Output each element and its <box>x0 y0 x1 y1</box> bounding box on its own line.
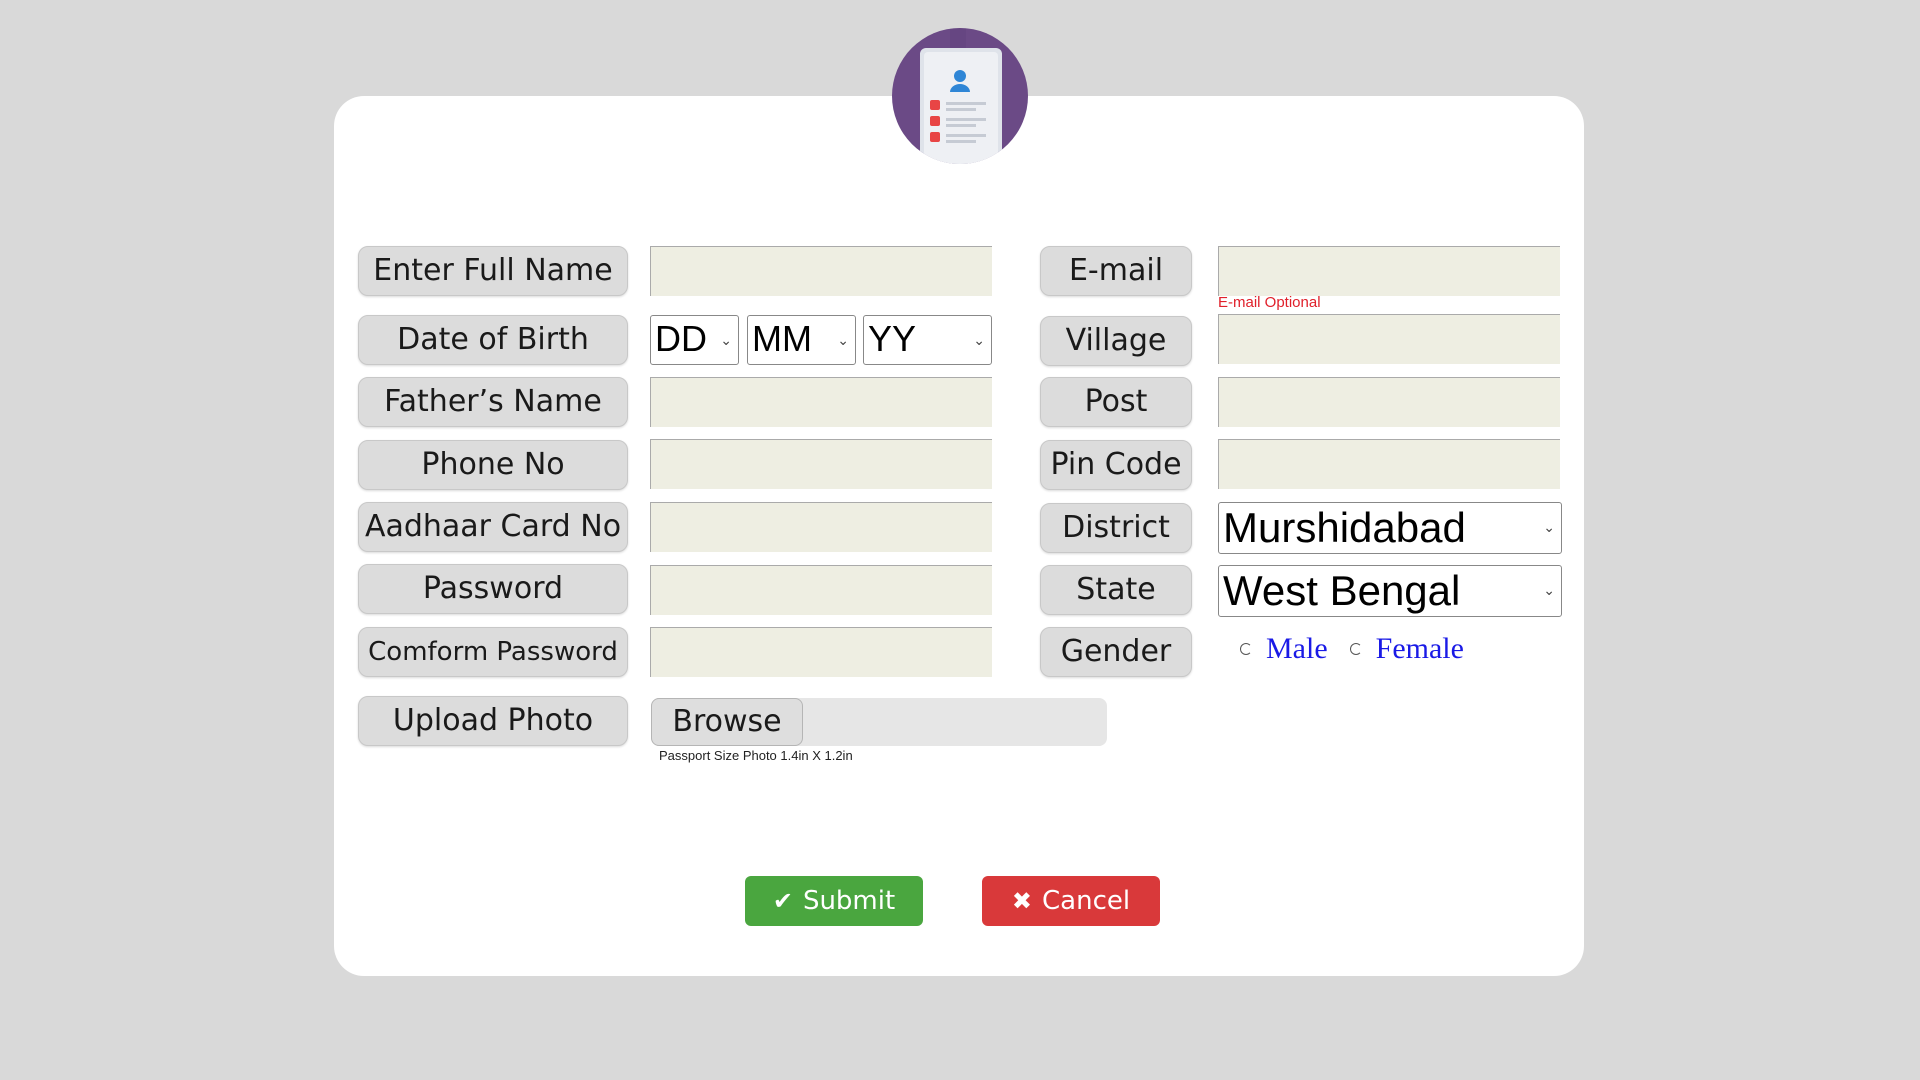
dob-year-value: YY <box>868 318 917 359</box>
upload-photo-label: Upload Photo <box>358 696 628 746</box>
confirm-password-label: Comform Password <box>358 627 628 677</box>
confirm-password-input[interactable] <box>650 627 992 677</box>
password-input[interactable] <box>650 565 992 615</box>
chevron-down-icon: ⌄ <box>973 332 985 348</box>
pin-code-label: Pin Code <box>1040 440 1192 490</box>
chevron-down-icon: ⌄ <box>1543 582 1555 598</box>
dob-month-value: MM <box>752 318 812 359</box>
aadhaar-input[interactable] <box>650 502 992 552</box>
email-label: E-mail <box>1040 246 1192 296</box>
pin-code-input[interactable] <box>1218 439 1560 489</box>
submit-button[interactable]: ✔ Submit <box>745 876 923 926</box>
village-input[interactable] <box>1218 314 1560 364</box>
email-optional-hint: E-mail Optional <box>1218 294 1321 311</box>
post-input[interactable] <box>1218 377 1560 427</box>
password-label: Password <box>358 564 628 614</box>
post-label: Post <box>1040 377 1192 427</box>
state-select[interactable]: West Bengal ⌄ <box>1218 565 1562 617</box>
female-radio[interactable] <box>1349 643 1362 655</box>
village-label: Village <box>1040 316 1192 366</box>
dob-year-select[interactable]: YY ⌄ <box>863 315 992 365</box>
browse-button[interactable]: Browse <box>651 698 803 746</box>
father-name-input[interactable] <box>650 377 992 427</box>
dob-month-select[interactable]: MM ⌄ <box>747 315 856 365</box>
chevron-down-icon: ⌄ <box>1543 519 1555 535</box>
state-label: State <box>1040 565 1192 615</box>
district-value: Murshidabad <box>1223 504 1466 551</box>
aadhaar-label: Aadhaar Card No <box>358 502 628 552</box>
male-radio-label[interactable]: Male <box>1266 632 1328 666</box>
photo-size-hint: Passport Size Photo 1.4in X 1.2in <box>659 748 853 763</box>
district-label: District <box>1040 503 1192 553</box>
male-radio[interactable] <box>1240 643 1252 655</box>
state-value: West Bengal <box>1223 567 1461 614</box>
full-name-input[interactable] <box>650 246 992 296</box>
phone-label: Phone No <box>358 440 628 490</box>
full-name-label: Enter Full Name <box>358 246 628 296</box>
cancel-button[interactable]: ✖ Cancel <box>982 876 1160 926</box>
x-icon: ✖ <box>1011 887 1032 915</box>
female-radio-label[interactable]: Female <box>1376 632 1464 666</box>
dob-label: Date of Birth <box>358 315 628 365</box>
check-icon: ✔ <box>772 887 793 915</box>
phone-input[interactable] <box>650 439 992 489</box>
chevron-down-icon: ⌄ <box>720 332 732 348</box>
chevron-down-icon: ⌄ <box>837 332 849 348</box>
profile-document-icon <box>892 28 1028 164</box>
dob-day-select[interactable]: DD ⌄ <box>650 315 739 365</box>
district-select[interactable]: Murshidabad ⌄ <box>1218 502 1562 554</box>
cancel-label: Cancel <box>1042 886 1131 916</box>
submit-label: Submit <box>802 886 896 916</box>
gender-radio-group: Male Female <box>1240 632 1486 666</box>
email-input[interactable] <box>1218 246 1560 296</box>
gender-label: Gender <box>1040 627 1192 677</box>
dob-day-value: DD <box>655 318 707 359</box>
father-name-label: Father’s Name <box>358 377 628 427</box>
